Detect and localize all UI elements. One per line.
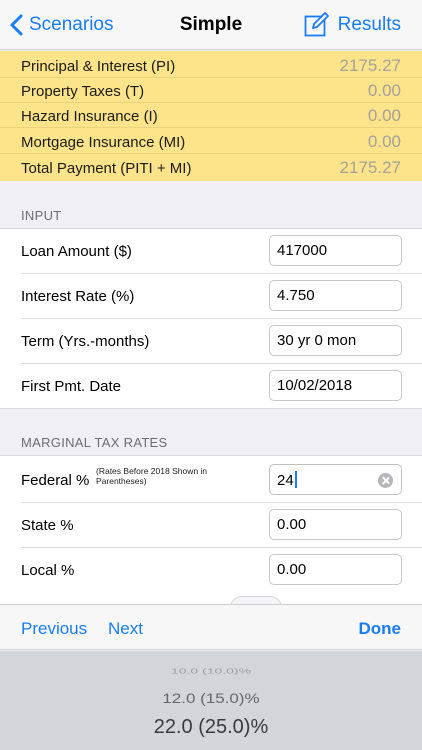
tax-rate-picker[interactable]: 10.0 (10.0)% 12.0 (15.0)% 22.0 (25.0)%	[0, 651, 422, 750]
field-label: First Pmt. Date	[21, 378, 122, 395]
field-label: State %	[21, 517, 74, 534]
input-card: Loan Amount ($) 417000 Interest Rate (%)…	[0, 228, 422, 409]
summary-value: 0.00	[367, 106, 401, 125]
loan-amount-row: Loan Amount ($) 417000	[0, 229, 422, 274]
interest-rate-input[interactable]: 4.750	[269, 280, 402, 311]
next-button[interactable]: Next	[108, 619, 143, 639]
federal-rate-value: 24	[277, 472, 294, 489]
term-input[interactable]: 30 yr 0 mon	[269, 325, 402, 356]
first-payment-date-input[interactable]: 10/02/2018	[269, 370, 402, 401]
text-caret	[294, 471, 297, 488]
picker-option[interactable]: 12.0 (15.0)%	[0, 691, 422, 707]
input-accessory-toolbar: Previous Next Done	[0, 604, 422, 650]
summary-row-total: Total Payment (PITI + MI) 2175.27	[0, 155, 422, 180]
compose-icon[interactable]	[304, 11, 330, 37]
interest-rate-row: Interest Rate (%) 4.750	[0, 274, 422, 319]
clear-icon[interactable]	[378, 473, 393, 488]
field-label: Local %	[21, 562, 75, 579]
summary-row-mortgage-insurance: Mortgage Insurance (MI) 0.00	[0, 129, 422, 154]
summary-value: 0.00	[367, 132, 401, 151]
federal-rate-input[interactable]: 24	[269, 464, 402, 495]
summary-label: Property Taxes (T)	[21, 83, 145, 100]
state-row: State % 0.00	[0, 503, 422, 548]
field-label: Interest Rate (%)	[21, 288, 135, 305]
navigation-bar: Scenarios Simple Results	[0, 0, 422, 50]
summary-label: Mortgage Insurance (MI)	[21, 134, 186, 151]
summary-label: Total Payment (PITI + MI)	[21, 160, 192, 177]
local-row: Local % 0.00	[0, 548, 422, 593]
federal-row: Federal % (Rates Before 2018 Shown in Pa…	[0, 458, 422, 503]
summary-row-pi: Principal & Interest (PI) 2175.27	[0, 53, 422, 78]
field-label: Federal %	[21, 472, 90, 489]
summary-value: 0.00	[367, 81, 401, 100]
done-button[interactable]: Done	[359, 619, 402, 639]
summary-label: Principal & Interest (PI)	[21, 58, 176, 75]
payment-summary: Principal & Interest (PI) 2175.27 Proper…	[0, 51, 422, 181]
summary-label: Hazard Insurance (I)	[21, 108, 158, 125]
field-label: Loan Amount ($)	[21, 243, 132, 260]
tax-card: Federal % (Rates Before 2018 Shown in Pa…	[0, 455, 422, 605]
field-label: Term (Yrs.-months)	[21, 333, 150, 350]
results-button[interactable]: Results	[338, 14, 401, 36]
local-rate-input[interactable]: 0.00	[269, 554, 402, 585]
summary-row-taxes: Property Taxes (T) 0.00	[0, 78, 422, 103]
first-payment-date-row: First Pmt. Date 10/02/2018	[0, 364, 422, 409]
previous-button[interactable]: Previous	[21, 619, 87, 639]
loan-amount-input[interactable]: 417000	[269, 235, 402, 266]
summary-value: 2175.27	[339, 56, 401, 75]
term-row: Term (Yrs.-months) 30 yr 0 mon	[0, 319, 422, 364]
input-section-header: INPUT	[21, 208, 62, 223]
federal-rate-note: (Rates Before 2018 Shown in Parentheses)	[96, 466, 208, 486]
picker-option-selected[interactable]: 22.0 (25.0)%	[0, 716, 422, 739]
picker-option[interactable]: 10.0 (10.0)%	[0, 667, 422, 676]
summary-row-hazard-insurance: Hazard Insurance (I) 0.00	[0, 103, 422, 128]
tax-section-header: MARGINAL TAX RATES	[21, 435, 168, 450]
summary-value: 2175.27	[339, 158, 401, 177]
state-rate-input[interactable]: 0.00	[269, 509, 402, 540]
